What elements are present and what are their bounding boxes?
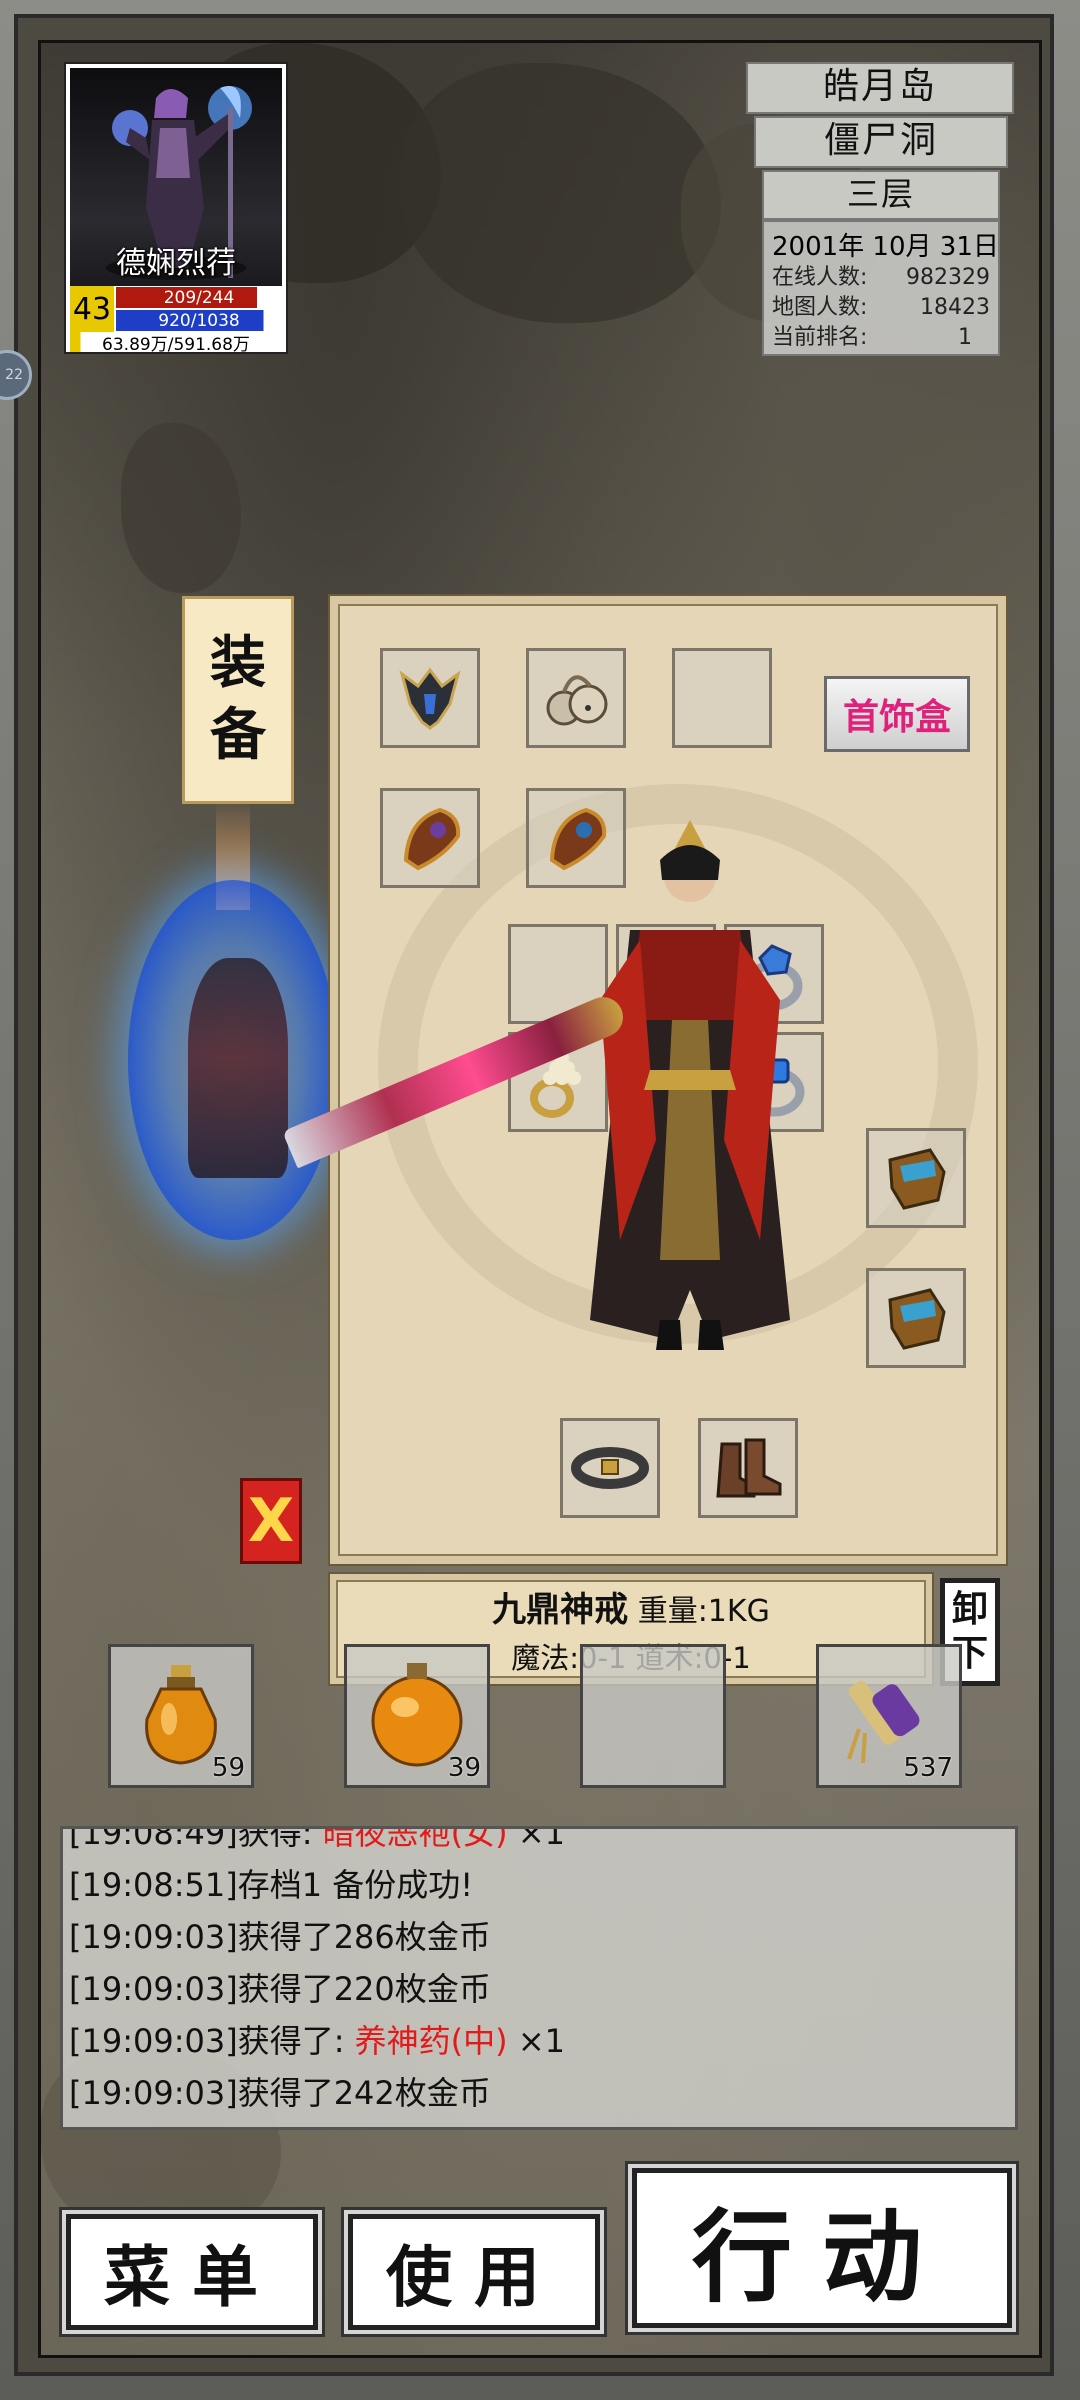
server-info-box: 2001年 10月 31日 在线人数: 982329 地图人数: 18423 当… bbox=[762, 220, 1000, 356]
bell-necklace-icon bbox=[546, 675, 608, 726]
portal-character bbox=[188, 958, 288, 1178]
chat-line: [19:08:51]存档1 备份成功! bbox=[69, 1859, 565, 1911]
map-count-value: 18423 bbox=[920, 295, 990, 320]
chat-line: [19:09:03]获得了220枚金币 bbox=[69, 1963, 565, 2015]
chat-timestamp: [19:09:03] bbox=[69, 2022, 238, 2060]
exp-bar: 63.89万/591.68万 bbox=[70, 332, 282, 355]
chat-suffix: ×1 bbox=[507, 2022, 565, 2060]
map-count-label: 地图人数: bbox=[772, 295, 868, 320]
quickbar-count-1: 59 bbox=[211, 1753, 245, 1783]
chat-log[interactable]: [19:08:49]获得: 暗夜恶袍(女) ×1 [19:08:51]存档1 备份… bbox=[60, 1826, 1018, 2130]
chat-lines: [19:08:49]获得: 暗夜恶袍(女) ×1 [19:08:51]存档1 备份… bbox=[69, 1826, 565, 2119]
chat-timestamp: [19:08:51] bbox=[69, 1866, 238, 1904]
slot-gauntlet-1[interactable] bbox=[866, 1128, 966, 1228]
chat-timestamp: [19:08:49] bbox=[69, 1826, 238, 1852]
chat-suffix: ×1 bbox=[507, 1826, 565, 1852]
quickbar-slot-2[interactable]: 39 bbox=[344, 1644, 490, 1788]
player-card[interactable]: 德娴烈荇 43 209/244 920/1038 63.89万/591.68万 bbox=[64, 62, 288, 355]
chat-line: [19:08:49]获得: 暗夜恶袍(女) ×1 bbox=[69, 1826, 565, 1859]
rank-row: 当前排名: 1 bbox=[772, 323, 990, 353]
gauntlet-icon bbox=[888, 1288, 946, 1350]
chat-text: 获得: bbox=[237, 1826, 323, 1852]
slot-boots[interactable] bbox=[698, 1418, 798, 1518]
hp-bar: 209/244 bbox=[116, 287, 282, 308]
use-button[interactable]: 使用 bbox=[348, 2214, 600, 2330]
chat-line: [19:09:03]获得了: 养神药(中) ×1 bbox=[69, 2015, 565, 2067]
chat-item-highlight: 暗夜恶袍(女) bbox=[322, 1826, 508, 1852]
quickbar-slot-1[interactable]: 59 bbox=[108, 1644, 254, 1788]
chat-text: 获得了242枚金币 bbox=[237, 2074, 491, 2112]
quickbar-slot-3-empty[interactable] bbox=[580, 1644, 726, 1788]
chat-text: 获得了220枚金币 bbox=[237, 1970, 491, 2008]
player-name: 德娴烈荇 bbox=[116, 246, 236, 281]
slot-belt[interactable] bbox=[560, 1418, 660, 1518]
location-region: 皓月岛 bbox=[746, 62, 1014, 114]
equip-tab-char-1: 装 bbox=[210, 631, 266, 696]
unequip-char-1: 卸 bbox=[951, 1589, 988, 1630]
chat-timestamp: [19:09:03] bbox=[69, 1970, 238, 2008]
action-button[interactable]: 行动 bbox=[632, 2168, 1012, 2328]
rank-label: 当前排名: bbox=[772, 325, 868, 350]
quickbar-count-2: 39 bbox=[447, 1753, 481, 1783]
chat-text: 获得了286枚金币 bbox=[237, 1918, 491, 1956]
slot-medal-empty[interactable] bbox=[672, 648, 772, 748]
online-label: 在线人数: bbox=[772, 265, 868, 290]
gauntlet-icon bbox=[888, 1148, 946, 1210]
chat-timestamp: [19:09:03] bbox=[69, 1918, 238, 1956]
item-name: 九鼎神戒 bbox=[492, 1589, 629, 1630]
equip-tab-char-2: 备 bbox=[210, 703, 266, 768]
location-floor: 三层 bbox=[762, 170, 1000, 220]
slot-gauntlet-2[interactable] bbox=[866, 1268, 966, 1368]
game-date: 2001年 10月 31日 bbox=[772, 232, 999, 262]
map-count-row: 地图人数: 18423 bbox=[772, 293, 990, 323]
chat-text: 存档1 备份成功! bbox=[237, 1866, 474, 1904]
chat-line: [19:09:03]获得了286枚金币 bbox=[69, 1911, 565, 1963]
slot-bracelet-left[interactable] bbox=[380, 788, 480, 888]
online-value: 982329 bbox=[906, 265, 990, 290]
close-button[interactable]: X bbox=[240, 1478, 302, 1564]
mp-bar: 920/1038 bbox=[116, 310, 282, 331]
item-weight: 重量:1KG bbox=[637, 1593, 770, 1629]
equipment-tab[interactable]: 装 备 bbox=[182, 596, 294, 804]
jewelry-box-button[interactable]: 首饰盒 bbox=[824, 676, 970, 752]
online-count-row: 在线人数: 982329 bbox=[772, 263, 990, 293]
belt-icon bbox=[571, 1447, 649, 1489]
item-title-row: 九鼎神戒 重量:1KG bbox=[492, 1582, 770, 1631]
chat-line: [19:09:03]获得了242枚金币 bbox=[69, 2067, 565, 2119]
quickbar-count-4: 537 bbox=[903, 1753, 953, 1783]
location-map: 僵尸洞 bbox=[754, 116, 1008, 168]
stalagmite bbox=[121, 423, 241, 593]
chat-item-highlight: 养神药(中) bbox=[354, 2022, 508, 2060]
chat-timestamp: [19:09:03] bbox=[69, 2074, 238, 2112]
player-level: 43 bbox=[70, 286, 114, 332]
slot-necklace[interactable] bbox=[526, 648, 626, 748]
rank-value: 1 bbox=[958, 325, 972, 350]
chat-text: 获得了: bbox=[237, 2022, 355, 2060]
cave-rock bbox=[401, 63, 721, 323]
character-model-icon bbox=[590, 820, 790, 1350]
bracer-icon bbox=[403, 807, 461, 871]
helmet-icon bbox=[399, 667, 461, 730]
menu-button[interactable]: 菜单 bbox=[66, 2214, 318, 2330]
side-badge-label: 22 bbox=[5, 367, 23, 383]
player-portrait: 德娴烈荇 bbox=[70, 68, 282, 286]
quickbar-slot-4[interactable]: 537 bbox=[816, 1644, 962, 1788]
slot-helmet[interactable] bbox=[380, 648, 480, 748]
boots-icon bbox=[716, 1438, 782, 1498]
